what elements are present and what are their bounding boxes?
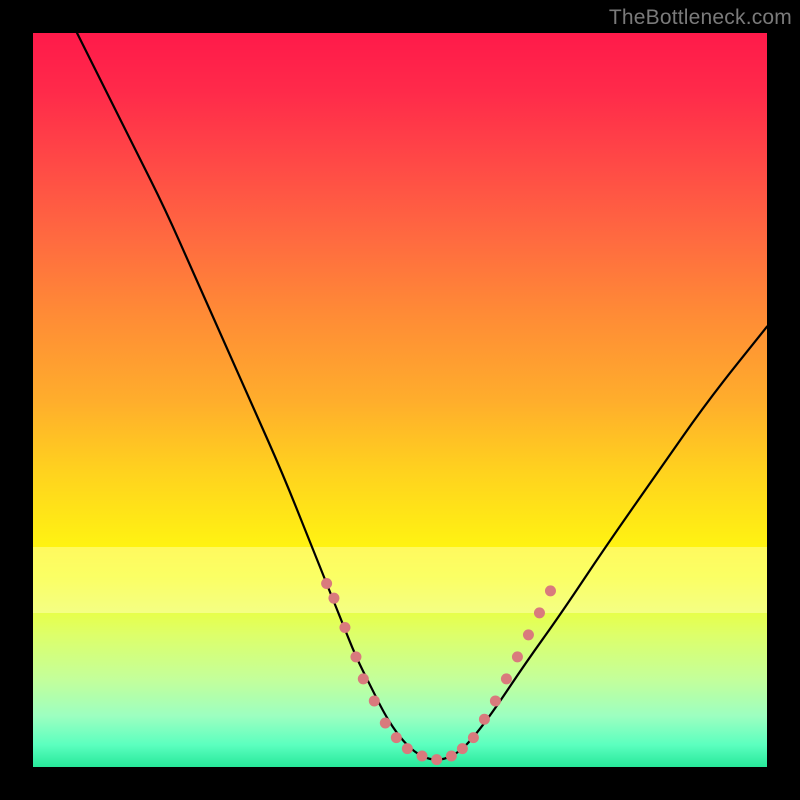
plot-area bbox=[33, 33, 767, 767]
marker-dot bbox=[523, 629, 534, 640]
marker-dot bbox=[358, 673, 369, 684]
marker-dot bbox=[402, 743, 413, 754]
outer-frame: TheBottleneck.com bbox=[0, 0, 800, 800]
marker-dot bbox=[380, 717, 391, 728]
marker-dot bbox=[446, 750, 457, 761]
marker-dot bbox=[501, 673, 512, 684]
marker-dot bbox=[369, 695, 380, 706]
marker-dot bbox=[534, 607, 545, 618]
marker-dot bbox=[350, 651, 361, 662]
marker-dot bbox=[328, 593, 339, 604]
marker-dot bbox=[512, 651, 523, 662]
marker-dot bbox=[391, 732, 402, 743]
marker-dot bbox=[468, 732, 479, 743]
marker-dot bbox=[417, 750, 428, 761]
marker-dot bbox=[479, 714, 490, 725]
watermark-text: TheBottleneck.com bbox=[609, 6, 792, 30]
marker-dot bbox=[545, 585, 556, 596]
marker-dot bbox=[490, 695, 501, 706]
marker-dot bbox=[457, 743, 468, 754]
curve-layer bbox=[33, 33, 767, 767]
marker-dot bbox=[339, 622, 350, 633]
marker-dot bbox=[321, 578, 332, 589]
main-curve bbox=[77, 33, 767, 760]
marker-dot bbox=[431, 754, 442, 765]
